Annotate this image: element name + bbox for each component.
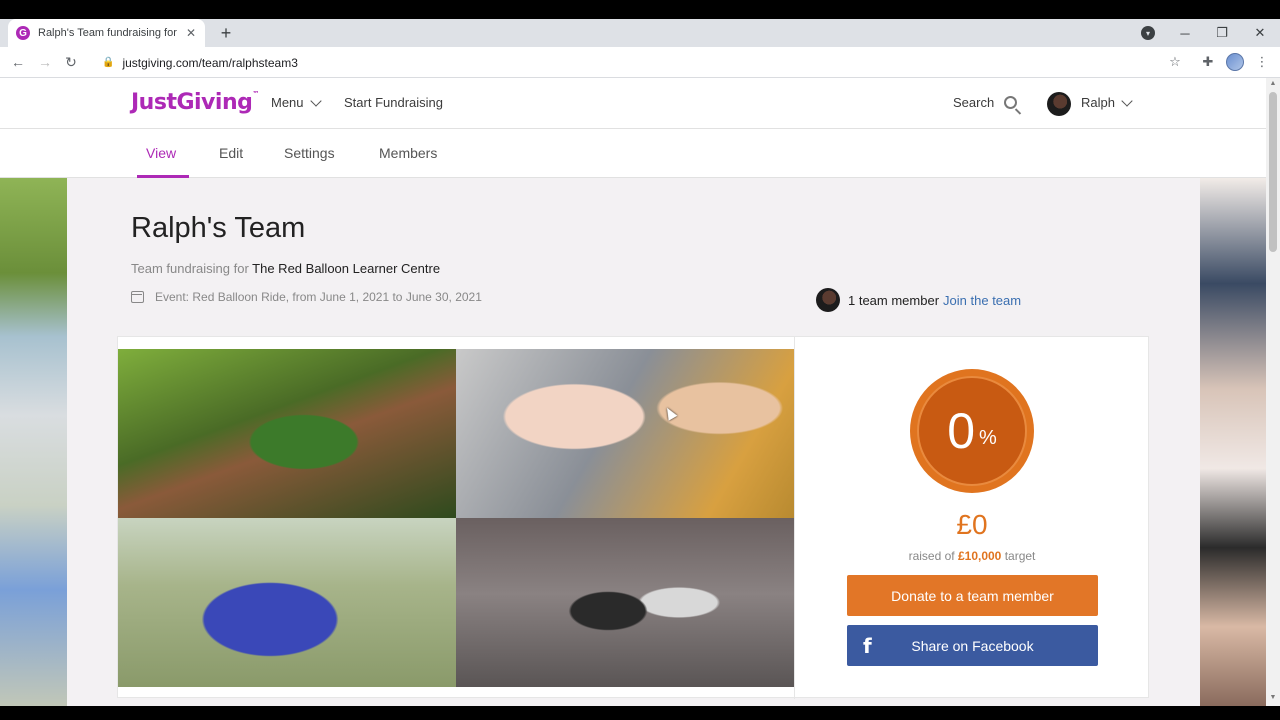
percent-sign: % — [979, 426, 997, 449]
profile-avatar-icon[interactable] — [1226, 53, 1244, 71]
charity-link[interactable]: The Red Balloon Learner Centre — [252, 261, 440, 276]
team-subnav: View Edit Settings Members — [0, 129, 1266, 178]
menu-label: Menu — [271, 95, 304, 110]
tab-settings[interactable]: Settings — [284, 145, 335, 161]
calendar-icon — [131, 291, 144, 303]
member-avatar[interactable] — [816, 288, 840, 312]
extensions-puzzle-icon[interactable]: ✚ — [1199, 53, 1217, 71]
back-arrow-icon[interactable]: ← — [9, 53, 27, 71]
progress-ring: 0 % — [910, 369, 1034, 493]
member-count: 1 team member — [848, 292, 940, 308]
tab-title: Ralph's Team fundraising for The — [38, 27, 180, 39]
raised-prefix: raised of — [908, 549, 955, 563]
team-members-summary: 1 team member Join the team — [816, 288, 1021, 312]
new-tab-button[interactable]: + — [216, 23, 236, 43]
close-tab-icon[interactable]: ✕ — [186, 26, 196, 40]
menu-dropdown[interactable]: Menu — [271, 94, 322, 110]
facebook-icon: f — [863, 634, 872, 658]
browser-tab[interactable]: G Ralph's Team fundraising for The ✕ — [8, 19, 205, 47]
event-info: Event: Red Balloon Ride, from June 1, 20… — [131, 290, 482, 304]
photo-selfie — [456, 349, 794, 518]
background-photo-left — [0, 178, 67, 706]
scroll-thumb[interactable] — [1269, 92, 1277, 252]
photo-woman-cyclist — [118, 518, 456, 687]
search-label: Search — [953, 95, 995, 110]
bookmark-star-icon[interactable]: ☆ — [1166, 53, 1184, 71]
forward-arrow-icon[interactable]: → — [36, 53, 54, 71]
site-header: JustGiving™ Menu Start Fundraising Searc… — [0, 78, 1266, 129]
team-content-card: 0 % £0 raised of £10,000 target Donate t… — [117, 336, 1150, 699]
raised-amount: £0 — [956, 509, 988, 540]
address-bar-row: ← → ↻ 🔒 justgiving.com/team/ralphsteam3 … — [0, 47, 1280, 78]
start-fundraising-link[interactable]: Start Fundraising — [344, 95, 443, 110]
active-tab-indicator — [137, 175, 189, 178]
fundraising-prefix: Team fundraising for — [131, 261, 249, 276]
donate-button[interactable]: Donate to a team member — [847, 575, 1098, 616]
team-fundraising-for: Team fundraising for The Red Balloon Lea… — [131, 261, 440, 276]
raised-target: raised of £10,000 target — [794, 549, 1150, 563]
scroll-up-arrow-icon[interactable]: ▲ — [1269, 80, 1277, 87]
reload-icon[interactable]: ↻ — [62, 53, 80, 71]
user-avatar[interactable] — [1047, 92, 1071, 116]
window-bottom-edge — [0, 706, 1280, 720]
share-label: Share on Facebook — [911, 637, 1034, 654]
tab-strip: G Ralph's Team fundraising for The ✕ + ▾… — [0, 19, 1280, 47]
page-title: Ralph's Team — [131, 212, 306, 244]
progress-percent: 0 — [947, 403, 975, 459]
join-team-link[interactable]: Join the team — [943, 293, 1021, 308]
tab-members[interactable]: Members — [379, 145, 437, 161]
window-top-edge — [0, 0, 1280, 19]
lock-icon[interactable]: 🔒 — [102, 57, 114, 68]
target-amount: £10,000 — [957, 549, 1002, 563]
progress-inner: 0 % — [917, 376, 1027, 486]
logo-text: JustGiving — [131, 90, 253, 115]
tab-view[interactable]: View — [146, 145, 176, 161]
web-page: JustGiving™ Menu Start Fundraising Searc… — [0, 78, 1266, 706]
tab-edit[interactable]: Edit — [219, 145, 243, 161]
search-link[interactable]: Search — [953, 95, 1018, 110]
address-bar[interactable]: 🔒 justgiving.com/team/ralphsteam3 — [92, 50, 1192, 75]
url-text[interactable]: justgiving.com/team/ralphsteam3 — [122, 56, 297, 70]
user-name: Ralph — [1081, 95, 1115, 110]
maximize-button[interactable]: ❐ — [1208, 21, 1236, 45]
justgiving-logo[interactable]: JustGiving™ — [131, 90, 259, 115]
minimize-button[interactable]: ─ — [1171, 21, 1199, 45]
user-menu-dropdown[interactable]: Ralph — [1081, 94, 1133, 110]
chevron-down-icon — [309, 94, 322, 107]
page-scrollbar[interactable]: ▲ ▼ — [1266, 78, 1280, 706]
window-close-button[interactable]: ✕ — [1246, 21, 1274, 45]
photo-wheelchair-racers — [456, 518, 794, 687]
event-text: Event: Red Balloon Ride, from June 1, 20… — [155, 290, 482, 304]
search-icon — [1004, 96, 1018, 109]
browser-menu-icon[interactable]: ⋮ — [1253, 53, 1271, 71]
share-facebook-button[interactable]: f Share on Facebook — [847, 625, 1098, 666]
scroll-down-arrow-icon[interactable]: ▼ — [1269, 694, 1277, 701]
logo-trademark: ™ — [252, 90, 259, 98]
chevron-down-icon — [1121, 94, 1133, 107]
justgiving-favicon-icon: G — [16, 26, 30, 40]
target-suffix: target — [1004, 549, 1036, 563]
background-photo-right — [1200, 178, 1266, 706]
photo-cyclist — [118, 349, 456, 518]
tab-search-icon[interactable]: ▾ — [1141, 26, 1155, 40]
